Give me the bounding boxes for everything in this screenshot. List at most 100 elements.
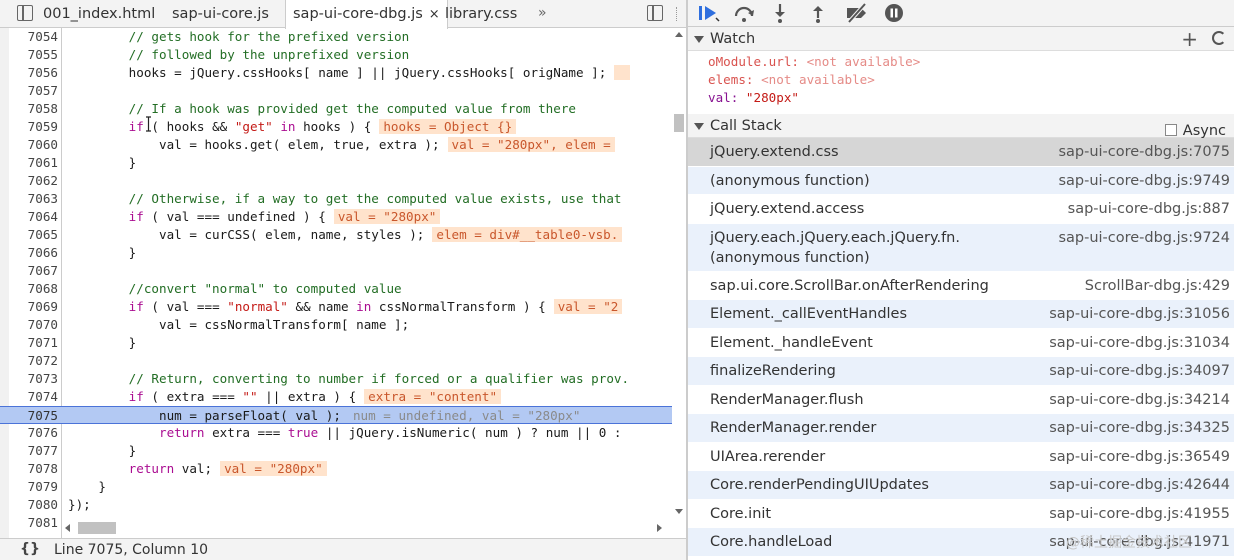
line-number[interactable]: 7081 xyxy=(0,514,58,532)
toggle-debugger-icon[interactable] xyxy=(647,5,663,21)
frame-location[interactable]: sap-ui-core-dbg.js:7075 xyxy=(1058,142,1230,162)
close-tab-icon[interactable]: × xyxy=(429,7,440,22)
line-number[interactable]: 7064 xyxy=(0,208,58,226)
frame-location[interactable]: sap-ui-core-dbg.js:887 xyxy=(1068,199,1230,219)
line-number[interactable]: 7068 xyxy=(0,280,58,298)
deactivate-breakpoints-icon[interactable] xyxy=(845,3,869,23)
frame-location[interactable]: sap-ui-core-dbg.js:34097 xyxy=(1049,361,1230,381)
callstack-frame[interactable]: Element._handleEvent sap-ui-core-dbg.js:3… xyxy=(688,329,1234,357)
line-number[interactable]: 7061 xyxy=(0,154,58,172)
frame-location[interactable]: sap-ui-core-dbg.js:9749 xyxy=(1058,171,1230,191)
callstack-frame[interactable]: Core.renderPendingUIUpdates sap-ui-core-d… xyxy=(688,471,1234,500)
scroll-down-icon[interactable] xyxy=(675,509,683,514)
code-line[interactable]: 7070 val = cssNormalTransform[ name ]; xyxy=(0,316,672,334)
scroll-right-icon[interactable] xyxy=(657,524,662,532)
add-watch-icon[interactable]: + xyxy=(1181,28,1198,50)
code-editor[interactable]: 7054 // gets hook for the prefixed versi… xyxy=(0,28,686,538)
code-line[interactable]: 7066 } xyxy=(0,244,672,262)
line-number[interactable]: 7079 xyxy=(0,478,58,496)
line-number[interactable]: 7070 xyxy=(0,316,58,334)
code-line[interactable]: 7069 if ( val === "normal" && name in cs… xyxy=(0,298,672,316)
code-line[interactable]: 7055 // followed by the unprefixed versi… xyxy=(0,46,672,64)
callstack-frame[interactable]: RenderManager.flush sap-ui-core-dbg.js:34… xyxy=(688,386,1234,414)
frame-location[interactable]: sap-ui-core-dbg.js:42644 xyxy=(1049,475,1230,495)
code-line[interactable]: 7074 if ( extra === "" || extra ) {extra… xyxy=(0,388,672,406)
code-line[interactable]: 7065 val = curCSS( elem, name, styles );… xyxy=(0,226,672,244)
frame-location[interactable]: sap-ui-core-dbg.js:31056 xyxy=(1049,304,1230,324)
frame-location[interactable]: sap-ui-core-dbg.js:41955 xyxy=(1049,504,1230,524)
vertical-scrollbar[interactable] xyxy=(672,28,686,538)
frame-location[interactable]: ScrollBar-dbg.js:429 xyxy=(1085,276,1230,296)
line-number[interactable]: 7065 xyxy=(0,226,58,244)
line-number[interactable]: 7058 xyxy=(0,100,58,118)
line-number[interactable]: 7072 xyxy=(0,352,58,370)
line-number[interactable]: 7062 xyxy=(0,172,58,190)
code-line[interactable]: 7068 //convert "normal" to computed valu… xyxy=(0,280,672,298)
tab-index-html[interactable]: 001_index.html xyxy=(43,0,155,28)
code-line[interactable]: 7067 xyxy=(0,262,672,280)
code-line[interactable]: 7056 hooks = jQuery.cssHooks[ name ] || … xyxy=(0,64,672,82)
step-over-icon[interactable] xyxy=(733,3,755,23)
code-line[interactable]: 7076 return extra === true || jQuery.isN… xyxy=(0,424,672,442)
code-line[interactable]: 7080}); xyxy=(0,496,672,514)
code-line[interactable]: 7071 } xyxy=(0,334,672,352)
line-number[interactable]: 7066 xyxy=(0,244,58,262)
line-number[interactable]: 7080 xyxy=(0,496,58,514)
line-number[interactable]: 7067 xyxy=(0,262,58,280)
more-tabs-icon[interactable]: » xyxy=(538,0,547,28)
code-line[interactable]: 7077 } xyxy=(0,442,672,460)
line-number[interactable]: 7060 xyxy=(0,136,58,154)
line-number[interactable]: 7054 xyxy=(0,28,58,46)
async-checkbox[interactable] xyxy=(1164,124,1177,136)
scroll-up-icon[interactable] xyxy=(675,32,683,37)
line-number[interactable]: 7069 xyxy=(0,298,58,316)
code-line[interactable]: 7073 // Return, converting to number if … xyxy=(0,370,672,388)
frame-location[interactable]: sap-ui-core-dbg.js:9724 xyxy=(1058,228,1230,248)
tab-library-css[interactable]: library.css xyxy=(445,0,517,28)
scroll-thumb[interactable] xyxy=(674,114,684,132)
collapse-triangle-icon[interactable] xyxy=(694,36,704,43)
tab-sap-ui-core-js[interactable]: sap-ui-core.js xyxy=(172,0,269,28)
callstack-frame[interactable]: jQuery.extend.css sap-ui-core-dbg.js:7075 xyxy=(688,138,1234,167)
collapse-triangle-icon[interactable] xyxy=(694,123,704,130)
line-number[interactable]: 7074 xyxy=(0,388,58,406)
scroll-left-icon[interactable] xyxy=(65,524,70,532)
code-line[interactable]: 7054 // gets hook for the prefixed versi… xyxy=(0,28,672,46)
code-line[interactable]: 7072 xyxy=(0,352,672,370)
toggle-navigator-icon[interactable] xyxy=(17,5,33,21)
line-number[interactable]: 7055 xyxy=(0,46,58,64)
code-line[interactable]: 7079 } xyxy=(0,478,672,496)
watch-expression[interactable]: elems: <not available> xyxy=(708,72,875,87)
callstack-frame[interactable]: finalizeRendering sap-ui-core-dbg.js:3409… xyxy=(688,357,1234,386)
callstack-frame[interactable]: Element._callEventHandles sap-ui-core-dbg… xyxy=(688,300,1234,329)
frame-location[interactable]: sap-ui-core-dbg.js:34325 xyxy=(1049,418,1230,438)
step-out-icon[interactable] xyxy=(811,3,825,23)
code-line[interactable]: 7058 // If a hook was provided get the c… xyxy=(0,100,672,118)
code-line[interactable]: 7061 } xyxy=(0,154,672,172)
line-number[interactable]: 7076 xyxy=(0,424,58,442)
line-number[interactable]: 7078 xyxy=(0,460,58,478)
resume-icon[interactable] xyxy=(698,3,720,23)
callstack-frame[interactable]: RenderManager.render sap-ui-core-dbg.js:3… xyxy=(688,414,1234,443)
tab-sap-ui-core-dbg-js[interactable]: sap-ui-core-dbg.js × xyxy=(285,0,448,29)
code-line[interactable]: 7060 val = hooks.get( elem, true, extra … xyxy=(0,136,672,154)
code-line[interactable]: 7063 // Otherwise, if a way to get the c… xyxy=(0,190,672,208)
line-number[interactable]: 7056 xyxy=(0,64,58,82)
step-into-icon[interactable] xyxy=(773,3,787,23)
scroll-thumb[interactable] xyxy=(78,522,116,534)
callstack-frame[interactable]: sap.ui.core.ScrollBar.onAfterRendering Sc… xyxy=(688,272,1234,300)
callstack-frame[interactable]: jQuery.each.jQuery.each.jQuery.fn.(anony… xyxy=(688,223,1234,272)
line-number[interactable]: 7059 xyxy=(0,118,58,136)
pause-on-exceptions-icon[interactable] xyxy=(884,3,904,23)
frame-location[interactable]: sap-ui-core-dbg.js:36549 xyxy=(1049,447,1230,467)
line-number[interactable]: 7073 xyxy=(0,370,58,388)
code-line[interactable]: 7059 if ( hooks && "get" in hooks ) {hoo… xyxy=(0,118,672,136)
horizontal-scrollbar[interactable] xyxy=(62,520,672,537)
current-execution-line[interactable]: 7075 num = parseFloat( val ); num = undef… xyxy=(0,406,672,424)
line-number[interactable]: 7077 xyxy=(0,442,58,460)
line-number[interactable]: 7063 xyxy=(0,190,58,208)
watch-expression[interactable]: val: "280px" xyxy=(708,90,799,105)
line-number[interactable]: 7057 xyxy=(0,82,58,100)
watch-section-header[interactable]: Watch + xyxy=(688,27,1234,51)
frame-location[interactable]: sap-ui-core-dbg.js:34214 xyxy=(1049,390,1230,410)
